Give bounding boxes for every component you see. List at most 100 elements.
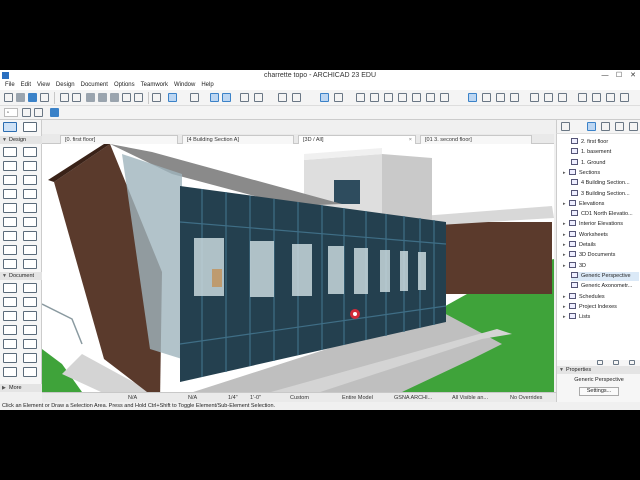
custom-dropdown[interactable]: Custom (290, 394, 309, 402)
navigator-item[interactable]: ▸ Worksheets (563, 230, 639, 240)
syringe-icon[interactable] (134, 93, 143, 102)
layer-icon[interactable] (152, 93, 161, 102)
object-tool-icon[interactable] (3, 231, 17, 241)
paste-icon[interactable] (110, 93, 119, 102)
graphic-override-dropdown[interactable]: No Overrides (510, 394, 542, 402)
arc-tool-icon[interactable] (3, 325, 17, 335)
menu-design[interactable]: Design (53, 81, 78, 90)
slab-tool-icon[interactable] (23, 175, 37, 185)
fill-tool-icon[interactable] (3, 311, 17, 321)
trace-icon[interactable] (320, 93, 329, 102)
globe-icon[interactable] (558, 93, 567, 102)
curtain-wall-tool-icon[interactable] (3, 217, 17, 227)
railing-tool-icon[interactable] (23, 203, 37, 213)
render-icon[interactable] (544, 93, 553, 102)
publisher-icon[interactable] (615, 122, 624, 131)
elevation-view-icon[interactable] (510, 93, 519, 102)
mirror-icon[interactable] (278, 93, 287, 102)
guide-line-icon[interactable] (190, 93, 199, 102)
layout-book-icon[interactable] (601, 122, 610, 131)
resize-icon[interactable] (384, 93, 393, 102)
marquee-icon[interactable] (50, 108, 59, 117)
search-icon[interactable] (578, 93, 587, 102)
open-file-icon[interactable] (16, 93, 25, 102)
section-tool-icon[interactable] (23, 339, 37, 349)
tab-second-floor[interactable]: [01 3. second floor] (420, 135, 532, 144)
menu-document[interactable]: Document (78, 81, 111, 90)
label-tool-icon[interactable] (23, 297, 37, 307)
model-view-dropdown[interactable]: Entire Model (342, 394, 373, 402)
change-tool-icon[interactable] (23, 367, 37, 377)
help-icon[interactable] (620, 93, 629, 102)
adjust-icon[interactable] (440, 93, 449, 102)
navigator-item[interactable]: CD1 North Elevatio... (571, 210, 639, 219)
selection-poly-icon[interactable] (34, 108, 43, 117)
column-tool-icon[interactable] (23, 161, 37, 171)
new-file-icon[interactable] (4, 93, 13, 102)
menu-edit[interactable]: Edit (18, 81, 34, 90)
beam-tool-icon[interactable] (3, 175, 17, 185)
close-button[interactable]: ✕ (626, 70, 640, 81)
menu-file[interactable]: File (2, 81, 18, 90)
view-map-icon[interactable] (587, 122, 596, 131)
mesh-tool-icon[interactable] (3, 259, 17, 269)
worksheet-tool-icon[interactable] (3, 367, 17, 377)
arrow-tool-icon[interactable] (3, 122, 17, 132)
roof-tool-icon[interactable] (3, 189, 17, 199)
detail-tool-icon[interactable] (23, 353, 37, 363)
3d-view-icon[interactable] (468, 93, 477, 102)
zone-tool-icon[interactable] (3, 245, 17, 255)
navigator-item[interactable]: ▸ Interior Elevations (563, 220, 639, 229)
snap-icon[interactable] (168, 93, 177, 102)
dimension-tool-icon[interactable] (3, 283, 17, 293)
navigator-item[interactable]: ▸ Project Indexes (563, 302, 639, 312)
new-view-icon[interactable] (597, 360, 603, 365)
project-map-icon[interactable] (561, 122, 570, 131)
eyedropper-icon[interactable] (122, 93, 131, 102)
dimension-dropdown[interactable]: 1'-0" (250, 394, 261, 402)
navigator-item[interactable]: Generic Axonometr... (571, 282, 639, 291)
skylight-tool-icon[interactable] (23, 217, 37, 227)
properties-header[interactable]: ▼ Properties (557, 366, 640, 374)
wall-tool-icon[interactable] (3, 147, 17, 157)
tab-3d-all[interactable]: [3D / All] × (298, 135, 416, 144)
teamwork-icon[interactable] (334, 93, 343, 102)
save-icon[interactable] (28, 93, 37, 102)
navigator-item[interactable]: ▸ Sections (563, 168, 639, 178)
maximize-button[interactable]: ☐ (612, 70, 626, 81)
navigator-item[interactable]: ▸ Schedules (563, 292, 639, 302)
marquee-tool-icon[interactable] (23, 122, 37, 132)
navigator-menu-icon[interactable] (629, 122, 638, 131)
menu-teamwork[interactable]: Teamwork (138, 81, 171, 90)
rotate-icon[interactable] (398, 93, 407, 102)
navigator-item[interactable]: ▸ Lists (563, 313, 639, 322)
morph-tool-icon[interactable] (23, 245, 37, 255)
drawing-tool-icon[interactable] (3, 339, 17, 349)
gravity-icon[interactable] (240, 93, 249, 102)
navigator-item[interactable]: ▸ 3D (563, 261, 639, 271)
stair-tool-icon[interactable] (3, 203, 17, 213)
menu-help[interactable]: Help (198, 81, 216, 90)
undo-icon[interactable] (60, 93, 69, 102)
navigator-item[interactable]: 1. basement (571, 148, 639, 157)
print-icon[interactable] (40, 93, 49, 102)
menu-view[interactable]: View (34, 81, 53, 90)
3d-viewport[interactable] (42, 144, 554, 392)
grid-snap-icon[interactable] (210, 93, 219, 102)
stretch-icon[interactable] (254, 93, 263, 102)
navigator-item[interactable]: 4 Building Section... (571, 179, 639, 188)
close-tab-icon[interactable]: × (409, 136, 412, 144)
lamp-tool-icon[interactable] (23, 231, 37, 241)
toolbox-document-header[interactable]: ▼ Document (0, 272, 42, 280)
camera-icon[interactable] (592, 93, 601, 102)
text-tool-icon[interactable] (3, 297, 17, 307)
menu-options[interactable]: Options (111, 81, 138, 90)
toolbox-design-header[interactable]: ▼ Design (0, 136, 42, 144)
navigator-item[interactable]: Generic Perspective (571, 271, 639, 281)
tab-building-section-a[interactable]: [4 Building Section A] (182, 135, 294, 144)
split-icon[interactable] (412, 93, 421, 102)
magic-wand-icon[interactable] (356, 93, 365, 102)
navigator-item[interactable]: ▸ 3D Documents (563, 251, 639, 260)
corner-window-tool-icon[interactable] (23, 259, 37, 269)
cut-icon[interactable] (86, 93, 95, 102)
